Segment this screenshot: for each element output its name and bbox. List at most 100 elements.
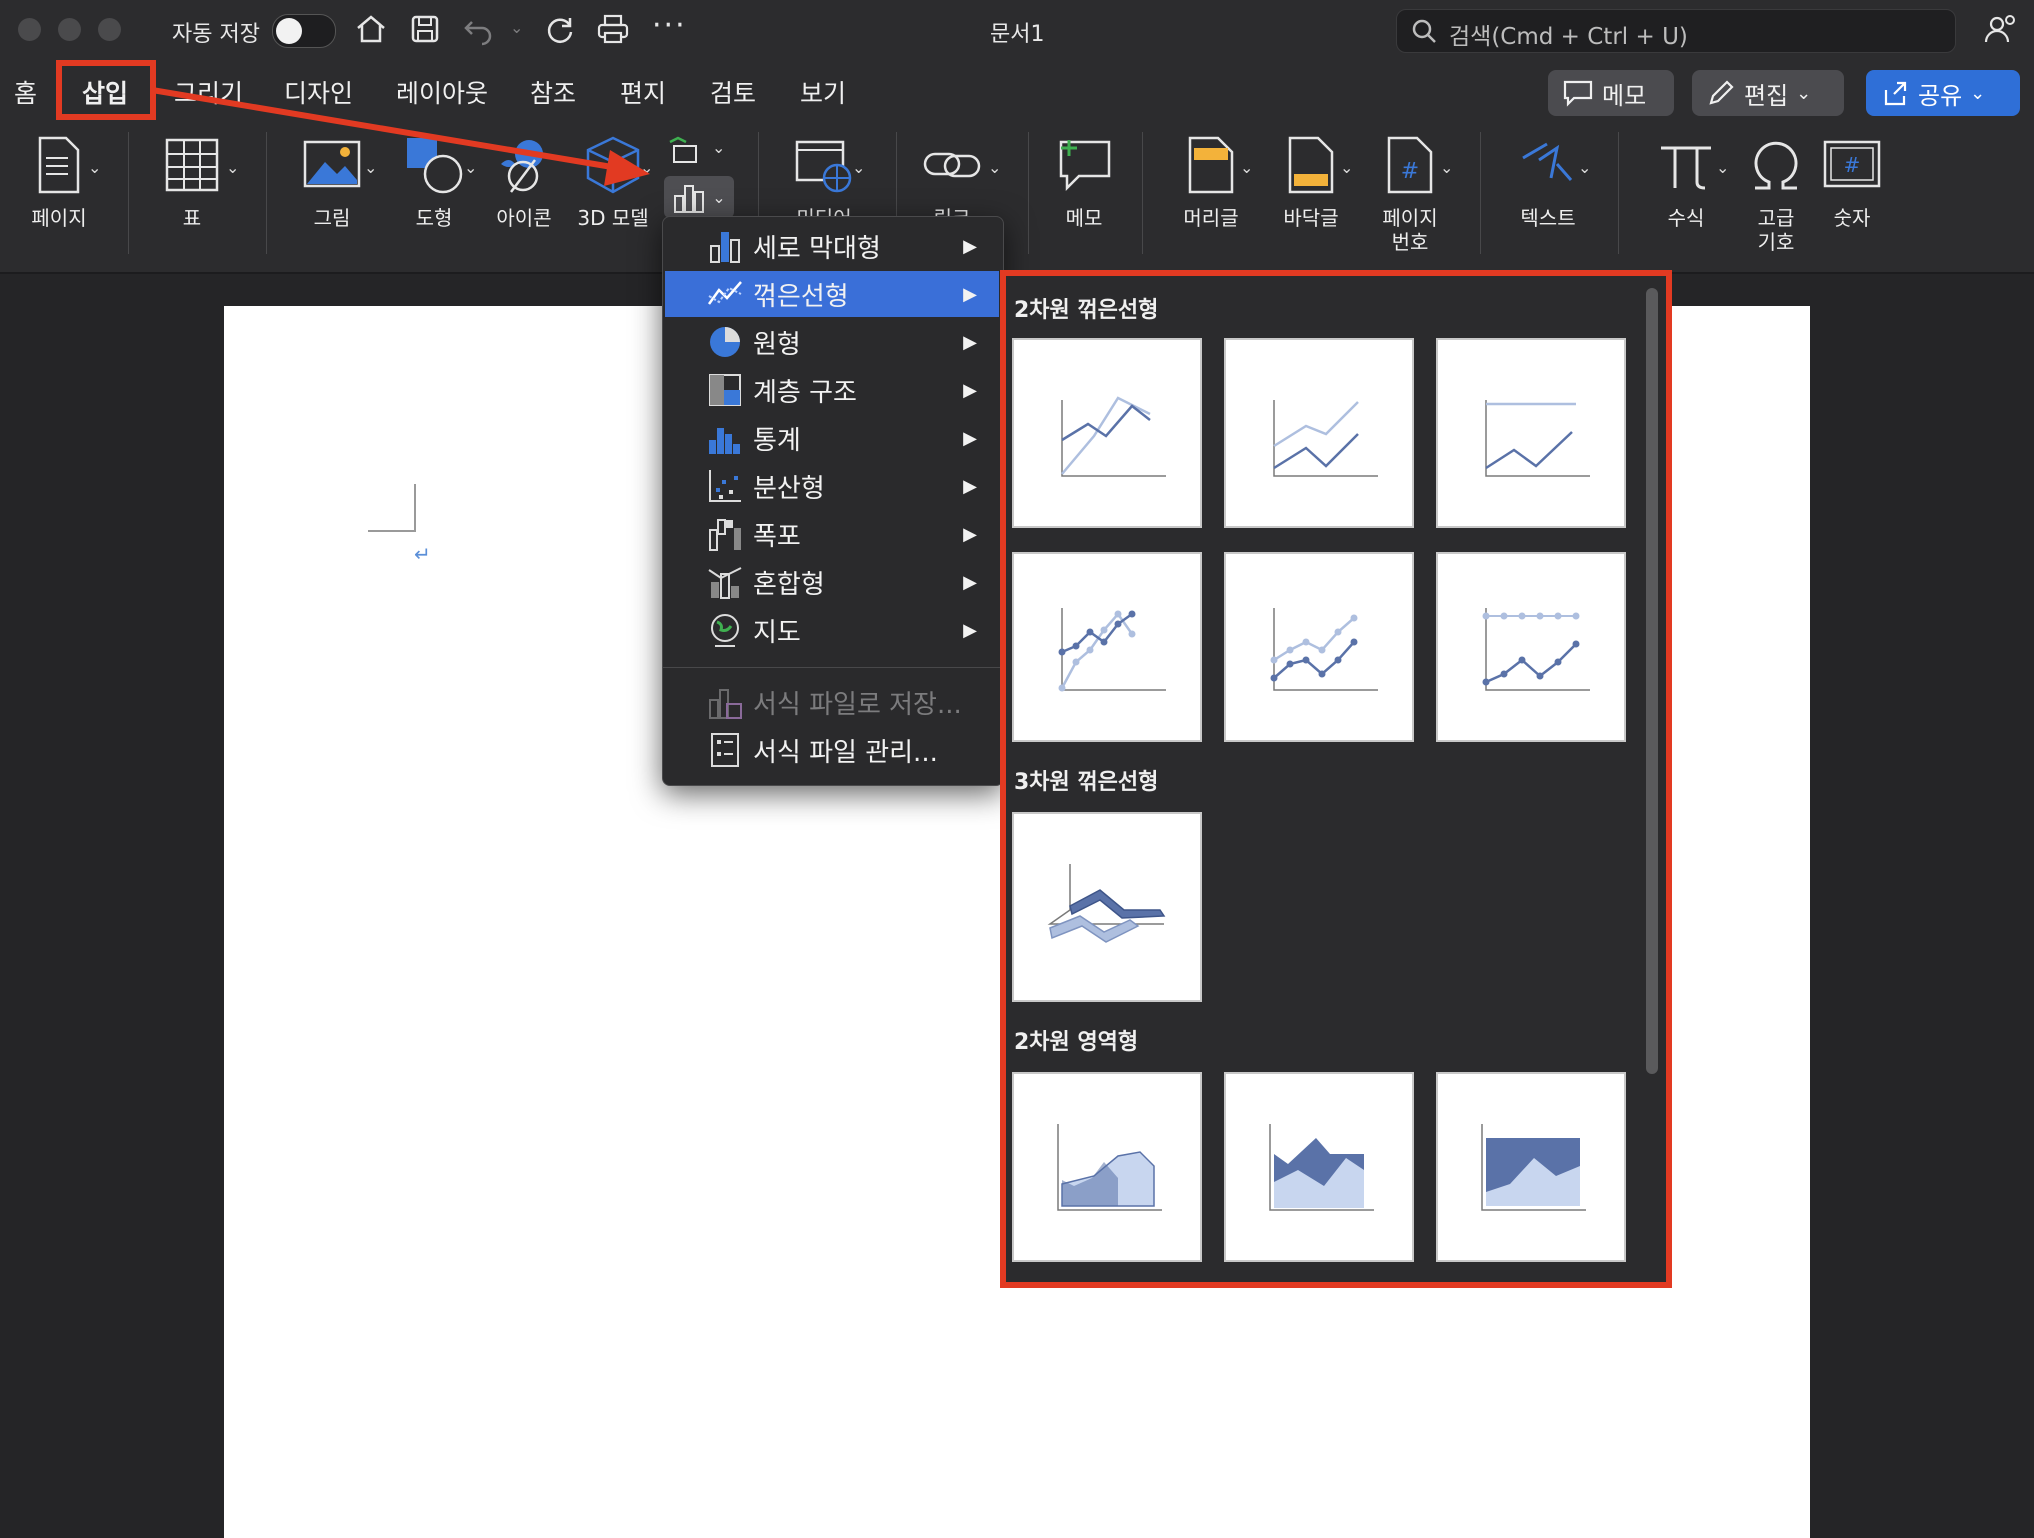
header-icon (1188, 136, 1234, 194)
account-icon[interactable] (1984, 12, 2018, 46)
icons-icon (501, 140, 543, 193)
undo-dropdown-icon[interactable]: ⌄ (510, 18, 523, 37)
media-icon (795, 140, 852, 193)
icons-button[interactable]: 아이콘 (484, 134, 564, 264)
equation-button[interactable]: 수식 (1646, 134, 1726, 264)
menu-item-column[interactable]: 세로 막대형 ▶ (665, 223, 999, 269)
chevron-down-icon: ⌄ (712, 187, 726, 207)
chevron-down-icon[interactable]: ⌄ (88, 158, 101, 177)
page-number-label: 페이지 번호 (1382, 206, 1438, 254)
scatter-chart-icon (709, 470, 741, 502)
icons-label: 아이콘 (496, 206, 552, 230)
ribbon-divider (1480, 132, 1481, 254)
menu-item-scatter[interactable]: 분산형 ▶ (665, 463, 999, 509)
map-chart-icon (711, 614, 739, 647)
menu-item-line[interactable]: 꺾은선형 ▶ (665, 271, 999, 317)
tab-mailings[interactable]: 편지 (620, 74, 666, 110)
shapes-icon (407, 138, 463, 194)
undo-icon[interactable] (462, 12, 496, 46)
chevron-down-icon[interactable]: ⌄ (226, 158, 239, 177)
page-button[interactable]: 페이지 (18, 134, 100, 264)
picture-label: 그림 (313, 206, 351, 230)
ribbon-divider (266, 132, 267, 254)
close-window-button[interactable] (18, 18, 41, 41)
chevron-down-icon[interactable]: ⌄ (364, 158, 377, 177)
picture-button[interactable]: 그림 (292, 134, 372, 264)
zoom-window-button[interactable] (98, 18, 121, 41)
3d-models-button[interactable]: 3D 모델 (566, 134, 660, 264)
tab-layout[interactable]: 레이아웃 (396, 74, 488, 110)
column-chart-icon (674, 185, 705, 213)
ribbon-divider (1618, 132, 1619, 254)
manage-templates-item[interactable]: 서식 파일 관리... (665, 727, 999, 773)
chevron-down-icon[interactable]: ⌄ (988, 158, 1001, 177)
statistic-chart-icon (709, 428, 740, 454)
column-chart-icon (710, 232, 740, 263)
symbol-label: 고급 기호 (1757, 206, 1795, 254)
submenu-arrow-icon: ▶ (963, 331, 977, 353)
search-icon (1412, 19, 1436, 43)
chevron-down-icon[interactable]: ⌄ (1340, 158, 1353, 177)
table-icon (165, 138, 219, 192)
pie-chart-icon (710, 327, 740, 357)
chart-button[interactable]: ⌄ (664, 176, 734, 218)
save-template-icon (709, 689, 742, 719)
chevron-down-icon[interactable]: ⌄ (464, 158, 477, 177)
footer-button[interactable]: 바닥글 (1272, 134, 1350, 264)
chevron-down-icon[interactable]: ⌄ (1240, 158, 1253, 177)
minimize-window-button[interactable] (58, 18, 81, 41)
tab-view[interactable]: 보기 (800, 74, 846, 110)
number-button[interactable]: # 숫자 (1812, 134, 1892, 264)
chevron-down-icon[interactable]: ⌄ (1716, 158, 1729, 177)
svg-text:#: # (1844, 153, 1861, 177)
search-placeholder: 검색(Cmd + Ctrl + U) (1449, 24, 1688, 50)
new-comment-button[interactable]: 메모 (1044, 134, 1124, 264)
chevron-down-icon[interactable]: ⌄ (712, 138, 725, 157)
share-button[interactable]: 공유 ⌄ (1866, 70, 2020, 116)
new-comment-icon (1059, 140, 1111, 192)
autosave-toggle[interactable] (272, 14, 336, 48)
save-icon[interactable] (408, 12, 442, 46)
more-icon[interactable]: ··· (652, 8, 687, 43)
text-button[interactable]: 텍스트 (1506, 134, 1590, 264)
menu-item-statistic[interactable]: 통계 ▶ (665, 415, 999, 461)
symbol-button[interactable]: 고급 기호 (1736, 134, 1816, 264)
tab-draw[interactable]: 그리기 (174, 74, 243, 110)
annotation-highlight-insert-tab (56, 60, 156, 120)
smartart-icon[interactable] (668, 136, 702, 170)
page-icon (38, 136, 80, 194)
menu-item-pie[interactable]: 원형 ▶ (665, 319, 999, 365)
shapes-button[interactable]: 도형 (392, 134, 476, 264)
menu-item-waterfall[interactable]: 폭포 ▶ (665, 511, 999, 557)
ribbon-divider (1142, 132, 1143, 254)
footer-icon (1288, 136, 1334, 194)
cube-icon (586, 136, 640, 194)
header-button[interactable]: 머리글 (1170, 134, 1252, 264)
chevron-down-icon[interactable]: ⌄ (852, 158, 865, 177)
chevron-down-icon[interactable]: ⌄ (640, 158, 653, 177)
margin-corner-mark (414, 484, 416, 532)
tab-references[interactable]: 참조 (530, 74, 576, 110)
tab-home[interactable]: 홈 (14, 74, 37, 110)
search-input[interactable]: 검색(Cmd + Ctrl + U) (1396, 9, 1956, 53)
menu-item-combo[interactable]: 혼합형 ▶ (665, 559, 999, 605)
tab-review[interactable]: 검토 (710, 74, 756, 110)
redo-icon[interactable] (543, 12, 577, 46)
page-label: 페이지 (31, 206, 87, 230)
submenu-arrow-icon: ▶ (963, 379, 977, 401)
picture-icon (303, 140, 361, 188)
home-icon[interactable] (354, 12, 388, 46)
margin-corner-mark (368, 530, 416, 532)
table-button[interactable]: 표 (152, 134, 232, 264)
chevron-down-icon[interactable]: ⌄ (1440, 158, 1453, 177)
link-icon (923, 152, 981, 178)
menu-item-map[interactable]: 지도 ▶ (665, 607, 999, 653)
comments-button[interactable]: 메모 (1548, 70, 1674, 116)
print-icon[interactable] (596, 12, 630, 46)
chevron-down-icon[interactable]: ⌄ (1578, 158, 1591, 177)
new-comment-label: 메모 (1065, 206, 1103, 230)
editing-mode-button[interactable]: 편집 ⌄ (1692, 70, 1844, 116)
tab-design[interactable]: 디자인 (284, 74, 353, 110)
page-number-button[interactable]: # 페이지 번호 (1370, 134, 1450, 264)
menu-item-hierarchy[interactable]: 계층 구조 ▶ (665, 367, 999, 413)
